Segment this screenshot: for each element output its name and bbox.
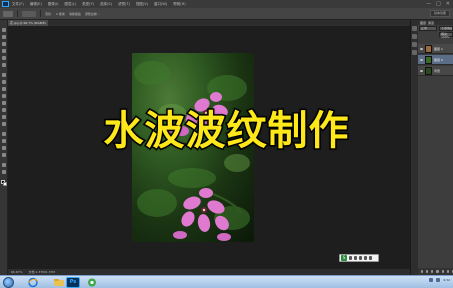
separator [40,10,41,17]
layer-name: 背景 [434,68,441,73]
healing-brush-tool-icon[interactable] [2,73,6,77]
feather-field[interactable]: 0 像素 [56,12,65,16]
menu-type[interactable]: 类型(Y) [82,0,94,8]
marquee-tool-icon[interactable] [2,35,6,39]
hand-tool-icon[interactable] [2,163,6,167]
menu-file[interactable]: 文件(F) [12,0,24,8]
menu-view[interactable]: 视图(V) [136,0,148,8]
ime-punct-icon[interactable] [354,256,357,260]
zoom-tool-icon[interactable] [2,170,6,174]
taskbar-app-icon[interactable] [85,277,99,288]
menu-help[interactable]: 帮助(H) [173,0,185,8]
folder-icon[interactable] [441,270,444,273]
eye-icon[interactable] [420,58,423,61]
crop-tool-icon[interactable] [2,56,6,60]
menu-edit[interactable]: 编辑(E) [30,0,42,8]
fx-icon[interactable] [426,270,429,273]
window-controls: — □ ✕ [426,1,450,7]
ime-logo-icon: S [341,255,347,261]
maximize-button[interactable]: □ [436,1,441,7]
history-panel-icon[interactable] [412,26,417,31]
move-tool-icon[interactable] [2,28,6,32]
layer-row[interactable]: 背景 [418,66,453,76]
layer-name: 图层 0 [434,57,443,62]
eraser-tool-icon[interactable] [2,101,6,105]
new-layer-icon[interactable] [446,270,449,273]
layer-thumbnail [425,55,432,64]
layers-panel-footer [418,268,453,275]
close-button[interactable]: ✕ [446,1,450,7]
link-icon[interactable] [421,270,424,273]
separator [17,10,18,17]
lasso-tool-icon[interactable] [2,42,6,46]
ime-toolbar[interactable]: S [339,254,379,262]
feather-label: 羽化: [45,11,53,16]
menu-layer[interactable]: 图层(L) [64,0,76,8]
blend-mode-select[interactable]: 正常 [419,26,437,31]
menu-image[interactable]: 图像(I) [48,0,59,8]
fill-field[interactable]: 填充: 100% [439,32,453,39]
photoshop-logo-icon [2,1,9,7]
ime-settings-icon[interactable] [364,256,367,260]
start-button[interactable] [3,277,14,288]
taskbar-folder-icon[interactable] [52,277,66,288]
video-caption: 水波波纹制作 [102,107,350,156]
antialias-checkbox[interactable]: 消除锯齿 [69,12,81,16]
tab-channels[interactable]: 通道 [428,21,434,25]
tab-layers[interactable]: 图层 [420,21,426,25]
history-brush-tool-icon[interactable] [2,94,6,98]
menu-select[interactable]: 选择(S) [100,0,112,8]
properties-panel-icon[interactable] [412,34,417,39]
doc-size-status: 文档:1.37M/1.37M [28,270,56,274]
opacity-field[interactable]: 不透明度: 100% [439,26,453,31]
menu-window[interactable]: 窗口(W) [154,0,167,8]
menu-bar: 文件(F) 编辑(E) 图像(I) 图层(L) 类型(Y) 选择(S) 滤镜(T… [0,0,453,8]
layer-name: 图层 1 [434,46,443,51]
refine-edge-button[interactable]: 调整边缘... [85,12,100,16]
network-icon[interactable] [429,278,434,282]
taskbar-photoshop-icon[interactable]: Ps [66,277,80,288]
layers-panel-header: 图层 通道 [418,20,453,25]
layer-thumbnail [425,66,432,75]
selection-mode-buttons[interactable] [22,10,36,17]
brush-tool-icon[interactable] [2,80,6,84]
workspace-switcher[interactable]: 基本功能 [430,10,450,17]
system-tray: 9:32 [429,278,450,282]
eyedropper-tool-icon[interactable] [2,63,6,67]
tool-preset-picker[interactable] [3,10,13,17]
clone-stamp-tool-icon[interactable] [2,87,6,91]
character-panel-icon[interactable] [412,50,417,55]
ime-skin-icon[interactable] [369,256,372,260]
layer-thumbnail [425,44,432,53]
layer-row[interactable]: 图层 0 [418,55,453,65]
adjustments-panel-icon[interactable] [412,42,417,47]
minimize-button[interactable]: — [426,1,431,7]
eye-icon[interactable] [420,47,423,50]
adjustment-layer-icon[interactable] [436,270,439,273]
ime-keyboard-icon[interactable] [359,256,362,260]
background-color-swatch[interactable] [3,182,7,186]
mask-icon[interactable] [431,270,434,273]
taskbar-ie-icon[interactable] [26,277,40,288]
zoom-level[interactable]: 66.67% [11,270,22,274]
ime-mode-icon[interactable] [349,256,352,260]
options-bar: 羽化: 0 像素 消除锯齿 调整边缘... 基本功能 [0,8,453,20]
layer-row[interactable]: 图层 1 [418,44,453,54]
eye-icon[interactable] [420,69,423,72]
windows-taskbar: Ps 9:32 [0,275,453,288]
menu-filter[interactable]: 滤镜(T) [118,0,130,8]
volume-icon[interactable] [436,278,441,282]
quick-select-tool-icon[interactable] [2,49,6,53]
taskbar-clock[interactable]: 9:32 [443,278,450,282]
